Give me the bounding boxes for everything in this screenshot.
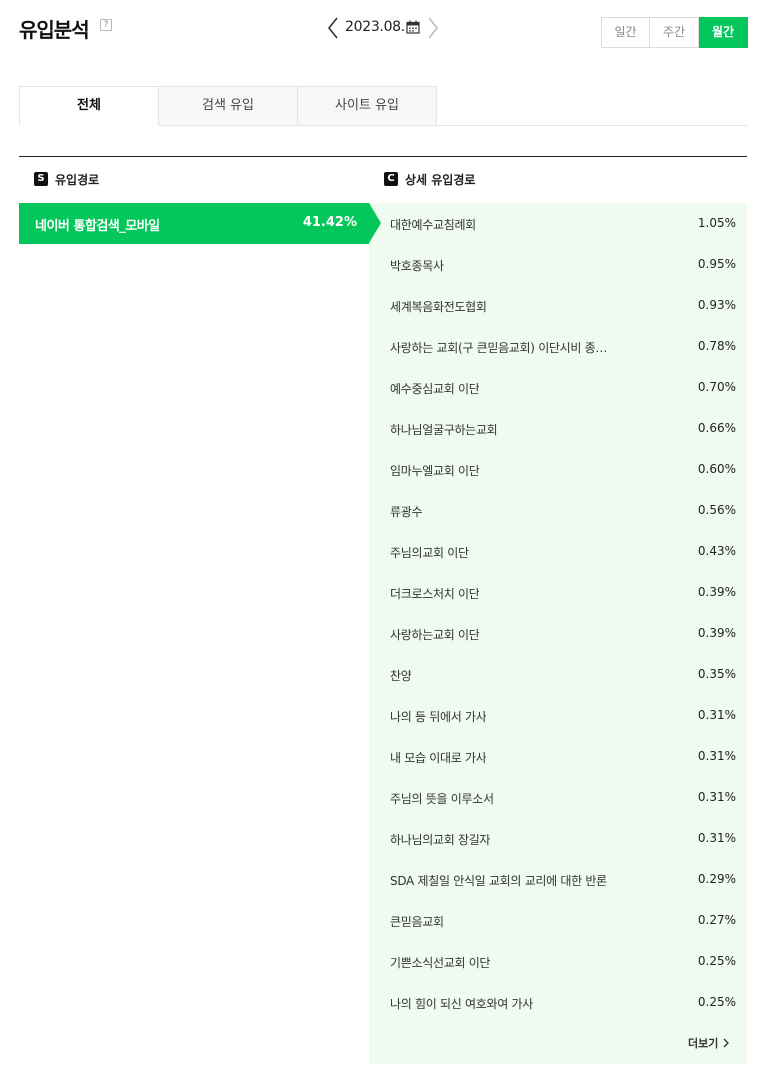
detail-percent: 0.39% — [697, 585, 736, 599]
detail-percent: 0.31% — [697, 749, 736, 763]
detail-percent: 0.95% — [697, 257, 736, 271]
source-item-selected[interactable]: 네이버 통합검색_모바일 41.42% — [19, 203, 369, 244]
detail-label: 기쁜소식선교회 이단 — [390, 956, 491, 970]
detail-column-header: C 상세 유입경로 — [384, 171, 475, 187]
detail-label: 세계복음화전도협회 — [390, 300, 487, 314]
detail-row[interactable]: 사랑하는교회 이단 0.39% — [369, 613, 747, 654]
detail-panel: 대한예수교침례회 1.05% 박호종목사 0.95% 세계복음화전도협회 0.93% 사랑하… — [369, 203, 747, 1064]
detail-label: 하나님얼굴구하는교회 — [390, 423, 498, 437]
help-icon[interactable]: ? — [100, 19, 112, 31]
detail-row[interactable]: 큰믿음교회 0.27% — [369, 900, 747, 941]
detail-percent: 0.78% — [697, 339, 736, 353]
detail-percent: 0.70% — [697, 380, 736, 394]
source-name: 네이버 통합검색_모바일 — [35, 219, 160, 234]
detail-percent: 0.93% — [697, 298, 736, 312]
detail-row[interactable]: SDA 제칠일 안식일 교회의 교리에 대한 반론 0.29% — [369, 859, 747, 900]
detail-row[interactable]: 대한예수교침례회 1.05% — [369, 203, 747, 244]
detail-label: 주님의교회 이단 — [390, 546, 469, 560]
detail-percent: 0.60% — [697, 462, 736, 476]
tab-search-inflow[interactable]: 검색 유입 — [158, 86, 298, 126]
period-daily-button[interactable]: 일간 — [601, 17, 650, 48]
detail-row[interactable]: 세계복음화전도협회 0.93% — [369, 285, 747, 326]
detail-label: SDA 제칠일 안식일 교회의 교리에 대한 반론 — [390, 874, 607, 888]
detail-percent: 0.66% — [697, 421, 736, 435]
detail-label: 더크로스처치 이단 — [390, 587, 480, 601]
detail-row[interactable]: 사랑하는 교회(구 큰믿음교회) 이단시비 종… 0.78% — [369, 326, 747, 367]
detail-percent: 0.31% — [697, 708, 736, 722]
detail-row[interactable]: 임마누엘교회 이단 0.60% — [369, 449, 747, 490]
detail-row[interactable]: 나의 등 뒤에서 가사 0.31% — [369, 695, 747, 736]
detail-row[interactable]: 기쁜소식선교회 이단 0.25% — [369, 941, 747, 982]
more-label: 더보기 — [688, 1037, 719, 1050]
source-column-label: 유입경로 — [55, 172, 100, 187]
detail-label: 나의 등 뒤에서 가사 — [390, 710, 487, 724]
detail-label: 주님의 뜻을 이루소서 — [390, 792, 494, 806]
period-weekly-button[interactable]: 주간 — [650, 17, 699, 48]
chevron-right-icon[interactable] — [426, 16, 440, 40]
detail-label: 찬양 — [390, 669, 412, 683]
detail-label: 사랑하는교회 이단 — [390, 628, 480, 642]
detail-percent: 0.56% — [697, 503, 736, 517]
detail-label: 하나님의교회 장길자 — [390, 833, 491, 847]
source-badge-icon: S — [34, 172, 48, 186]
detail-label: 박호종목사 — [390, 259, 444, 273]
source-tabs: 전체 검색 유입 사이트 유입 — [19, 86, 747, 126]
detail-row[interactable]: 류광수 0.56% — [369, 490, 747, 531]
page-header: 유입분석 ? 2023.08. 일간 주간 월간 — [0, 0, 767, 60]
detail-row[interactable]: 예수중심교회 이단 0.70% — [369, 367, 747, 408]
detail-percent: 0.25% — [697, 995, 736, 1009]
detail-percent: 0.29% — [697, 872, 736, 886]
detail-percent: 0.25% — [697, 954, 736, 968]
detail-percent: 0.43% — [697, 544, 736, 558]
more-button[interactable]: 더보기 — [688, 1035, 730, 1051]
detail-label: 내 모습 이대로 가사 — [390, 751, 487, 765]
detail-row[interactable]: 주님의교회 이단 0.43% — [369, 531, 747, 572]
detail-row[interactable]: 하나님얼굴구하는교회 0.66% — [369, 408, 747, 449]
detail-row[interactable]: 박호종목사 0.95% — [369, 244, 747, 285]
chevron-left-icon[interactable] — [326, 16, 340, 40]
tab-site-inflow[interactable]: 사이트 유입 — [297, 86, 437, 126]
detail-percent: 0.27% — [697, 913, 736, 927]
chevron-right-icon — [723, 1038, 730, 1048]
tab-all[interactable]: 전체 — [19, 86, 159, 126]
detail-row[interactable]: 찬양 0.35% — [369, 654, 747, 695]
source-pointer-arrow — [369, 203, 381, 243]
detail-label: 예수중심교회 이단 — [390, 382, 480, 396]
period-monthly-button[interactable]: 월간 — [699, 17, 748, 48]
detail-row[interactable]: 주님의 뜻을 이루소서 0.31% — [369, 777, 747, 818]
detail-column-label: 상세 유입경로 — [405, 172, 476, 187]
page-title: 유입분석 — [19, 18, 90, 42]
detail-row[interactable]: 더크로스처치 이단 0.39% — [369, 572, 747, 613]
detail-row[interactable]: 나의 힘이 되신 여호와여 가사 0.25% — [369, 982, 747, 1023]
detail-percent: 0.31% — [697, 790, 736, 804]
source-percent: 41.42% — [302, 215, 357, 230]
detail-row[interactable]: 하나님의교회 장길자 0.31% — [369, 818, 747, 859]
detail-label: 사랑하는 교회(구 큰믿음교회) 이단시비 종… — [390, 341, 608, 355]
detail-label: 큰믿음교회 — [390, 915, 444, 929]
detail-percent: 0.39% — [697, 626, 736, 640]
source-column-header: S 유입경로 — [34, 171, 99, 187]
detail-percent: 1.05% — [697, 216, 736, 230]
detail-label: 류광수 — [390, 505, 423, 519]
detail-percent: 0.31% — [697, 831, 736, 845]
current-date: 2023.08. — [345, 19, 405, 35]
detail-badge-icon: C — [384, 172, 398, 186]
calendar-icon[interactable] — [406, 20, 420, 34]
detail-row[interactable]: 내 모습 이대로 가사 0.31% — [369, 736, 747, 777]
detail-label: 나의 힘이 되신 여호와여 가사 — [390, 997, 533, 1011]
period-toggle: 일간 주간 월간 — [601, 17, 748, 48]
section-divider — [19, 156, 747, 157]
detail-percent: 0.35% — [697, 667, 736, 681]
detail-label: 임마누엘교회 이단 — [390, 464, 480, 478]
detail-label: 대한예수교침례회 — [390, 218, 476, 232]
